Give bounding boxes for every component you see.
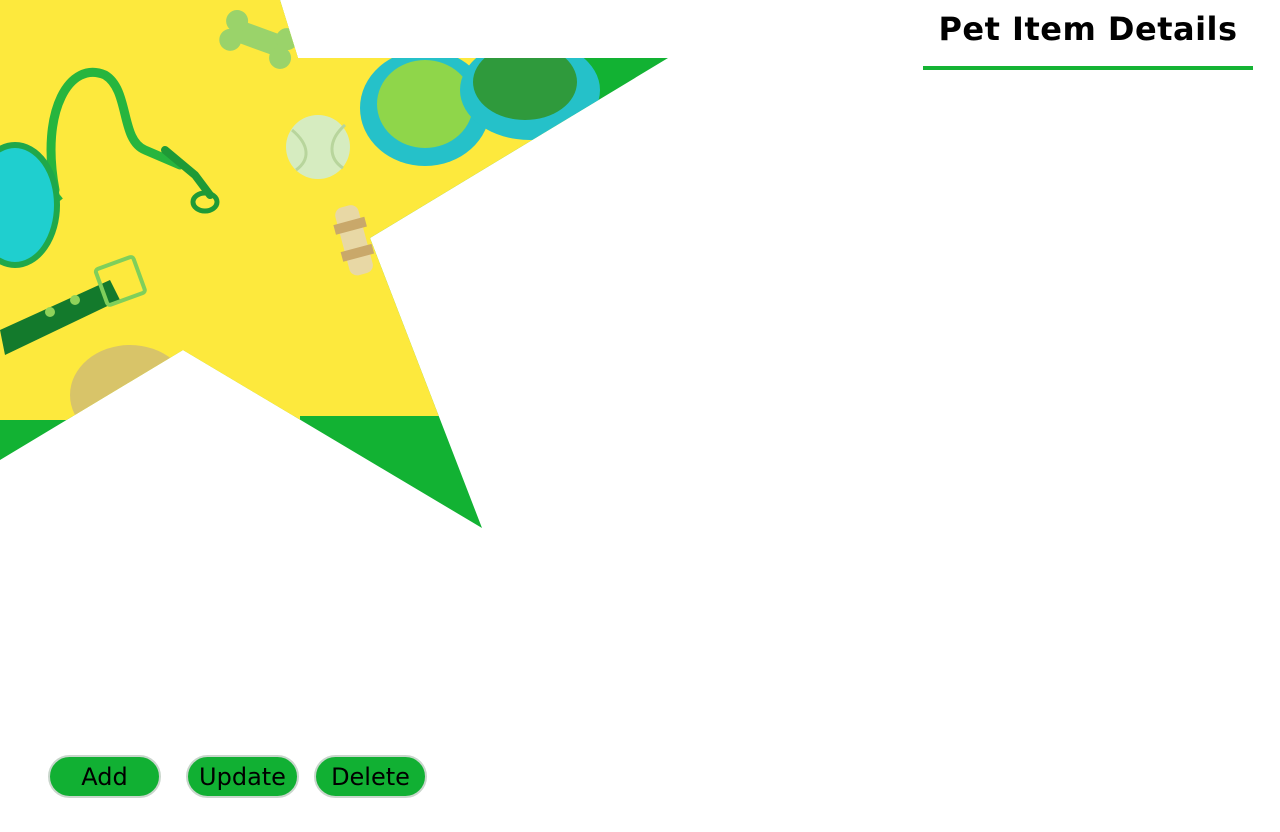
hero-star-image xyxy=(0,0,668,528)
page-title: Pet Item Details xyxy=(938,10,1238,48)
header: Pet Item Details xyxy=(923,10,1253,70)
title-underline xyxy=(923,66,1253,70)
delete-button[interactable]: Delete xyxy=(314,755,427,798)
page: Pet Item Details Add Update Delete xyxy=(0,0,1280,832)
update-button[interactable]: Update xyxy=(186,755,299,798)
add-button[interactable]: Add xyxy=(48,755,161,798)
